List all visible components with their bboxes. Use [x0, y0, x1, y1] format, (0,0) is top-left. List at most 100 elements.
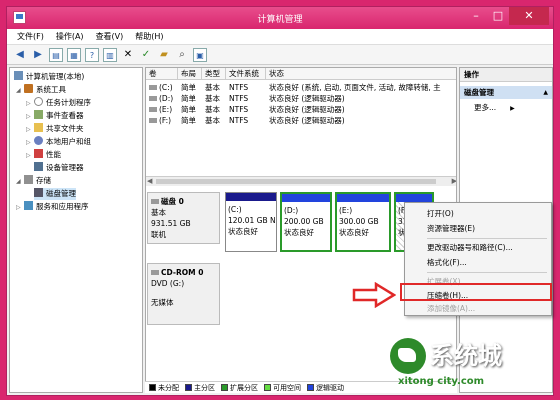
- tree-local-users[interactable]: ▷ 本地用户和组: [26, 136, 91, 148]
- maximize-icon[interactable]: □: [487, 7, 509, 25]
- menu-change-drive-letter[interactable]: 更改驱动器号和路径(C)...: [427, 241, 513, 255]
- column-type[interactable]: 类型: [202, 68, 226, 80]
- tree-performance[interactable]: ▷ 性能: [26, 149, 61, 161]
- help-icon[interactable]: ?: [85, 47, 99, 62]
- expand-arrow-icon[interactable]: ▷: [26, 98, 34, 110]
- partition-c[interactable]: (C:) 120.01 GB N 状态良好: [225, 192, 277, 252]
- cdrom-icon: [151, 270, 159, 275]
- red-pointer-arrow-icon: [352, 282, 396, 308]
- volume-layout: 简单: [181, 105, 196, 114]
- menu-view[interactable]: 查看(V): [96, 29, 124, 44]
- settings-icon[interactable]: ▣: [193, 47, 207, 62]
- actions-more[interactable]: 更多... ▶: [474, 102, 515, 113]
- volume-status: 状态良好 (系统, 启动, 页面文件, 活动, 故障转储, 主: [269, 83, 441, 92]
- menu-file[interactable]: 文件(F): [17, 29, 44, 44]
- properties-icon[interactable]: ▥: [103, 47, 117, 62]
- partition-label: (E:): [339, 206, 353, 215]
- volume-filesystem: NTFS: [229, 105, 249, 114]
- tree-shared-folders[interactable]: ▷ 共享文件夹: [26, 123, 84, 135]
- tree-device-manager[interactable]: 设备管理器: [34, 162, 84, 174]
- collapse-up-icon[interactable]: ▲: [543, 86, 548, 99]
- up-folder-icon[interactable]: ▤: [49, 47, 63, 62]
- scroll-left-icon[interactable]: ◀: [147, 177, 152, 185]
- watermark-logo: 系统城 xitong city.com: [386, 336, 556, 398]
- cdrom-0-name: CD-ROM 0: [161, 268, 204, 277]
- volume-layout: 简单: [181, 94, 196, 103]
- disk-management-icon: [34, 188, 43, 197]
- legend-extended: 扩展分区: [221, 383, 258, 393]
- table-row[interactable]: (D:) 简单 基本 NTFS 状态良好 (逻辑驱动器): [146, 93, 456, 104]
- legend-free-space: 可用空间: [264, 383, 301, 393]
- menu-format[interactable]: 格式化(F)...: [427, 256, 467, 270]
- open-folder-icon[interactable]: ▰: [157, 48, 171, 62]
- services-icon: [24, 201, 33, 210]
- check-icon[interactable]: ✓: [139, 48, 153, 62]
- volume-status: 状态良好 (逻辑驱动器): [269, 105, 345, 114]
- clock-icon: [34, 97, 43, 106]
- volume-table-header: 卷 布局 类型 文件系统 状态: [146, 68, 456, 80]
- back-icon[interactable]: ◀: [13, 48, 27, 62]
- partition-e[interactable]: (E:) 300.00 GB 状态良好: [335, 192, 391, 252]
- partition-status: 状态良好: [339, 228, 369, 237]
- table-row[interactable]: (E:) 简单 基本 NTFS 状态良好 (逻辑驱动器): [146, 104, 456, 115]
- device-manager-icon: [34, 162, 43, 171]
- minimize-icon[interactable]: –: [465, 7, 487, 25]
- partition-label: (C:): [228, 205, 242, 214]
- column-volume[interactable]: 卷: [146, 68, 178, 80]
- cdrom-0-info[interactable]: CD-ROM 0 DVD (G:) 无媒体: [147, 263, 220, 325]
- delete-icon[interactable]: ✕: [121, 48, 135, 62]
- actions-disk-management[interactable]: 磁盘管理 ▲: [460, 86, 552, 99]
- table-row[interactable]: (F:) 简单 基本 NTFS 状态良好 (逻辑驱动器): [146, 115, 456, 126]
- tree-task-scheduler[interactable]: ▷ 任务计划程序: [26, 97, 91, 109]
- tree-disk-management[interactable]: 磁盘管理: [34, 188, 76, 200]
- volume-status: 状态良好 (逻辑驱动器): [269, 94, 345, 103]
- watermark-url: xitong city.com: [398, 376, 485, 387]
- shared-folder-icon: [34, 123, 43, 132]
- volume-name: (C:): [159, 83, 173, 92]
- horizontal-scrollbar[interactable]: ◀ ▶: [146, 176, 456, 186]
- menu-open[interactable]: 打开(O): [427, 207, 454, 221]
- column-layout[interactable]: 布局: [178, 68, 202, 80]
- tree-system-tools[interactable]: ◢ 系统工具: [16, 84, 66, 96]
- storage-icon: [24, 175, 33, 184]
- volume-layout: 简单: [181, 83, 196, 92]
- tree-storage[interactable]: ◢ 存储: [16, 175, 51, 187]
- partition-d[interactable]: (D:) 200.00 GB 状态良好: [280, 192, 332, 252]
- window-controls: – □ ✕: [465, 7, 549, 25]
- search-icon[interactable]: ⌕: [175, 48, 189, 62]
- drive-icon: [149, 96, 157, 101]
- scrollbar-thumb[interactable]: [156, 179, 436, 184]
- menu-help[interactable]: 帮助(H): [135, 29, 163, 44]
- disk-icon: [151, 199, 159, 204]
- expand-arrow-icon[interactable]: ▷: [26, 111, 34, 123]
- column-status[interactable]: 状态: [266, 68, 456, 80]
- volume-filesystem: NTFS: [229, 116, 249, 125]
- tree-root[interactable]: 计算机管理(本地): [14, 71, 84, 83]
- expand-arrow-icon[interactable]: ▷: [26, 124, 34, 136]
- tree-event-viewer[interactable]: ▷ 事件查看器: [26, 110, 84, 122]
- volume-name: (F:): [159, 116, 172, 125]
- close-icon[interactable]: ✕: [509, 7, 549, 25]
- expand-arrow-icon[interactable]: ▷: [16, 202, 24, 214]
- expand-arrow-icon[interactable]: ▷: [26, 150, 34, 162]
- column-filesystem[interactable]: 文件系统: [226, 68, 266, 80]
- volume-type: 基本: [205, 83, 220, 92]
- volume-filesystem: NTFS: [229, 94, 249, 103]
- show-hide-tree-icon[interactable]: ▦: [67, 47, 81, 62]
- forward-icon[interactable]: ▶: [31, 48, 45, 62]
- disk-0-info[interactable]: 磁盘 0 基本 931.51 GB 联机: [147, 192, 220, 244]
- collapse-arrow-icon[interactable]: ◢: [16, 85, 24, 97]
- navigation-tree: 计算机管理(本地) ◢ 系统工具 ▷ 任务计划程序 ▷ 事件查看器 ▷ 共享文件夹 ▷ 本…: [9, 67, 143, 393]
- expand-arrow-icon[interactable]: ▷: [26, 137, 34, 149]
- scroll-right-icon[interactable]: ▶: [452, 177, 456, 185]
- partition-status: 状态良好: [284, 228, 314, 237]
- menu-add-mirror: 添加镜像(A)...: [427, 304, 476, 313]
- volume-status: 状态良好 (逻辑驱动器): [269, 116, 345, 125]
- chevron-right-icon: ▶: [510, 105, 515, 112]
- table-row[interactable]: (C:) 简单 基本 NTFS 状态良好 (系统, 启动, 页面文件, 活动, …: [146, 82, 456, 93]
- collapse-arrow-icon[interactable]: ◢: [16, 176, 24, 188]
- tree-services[interactable]: ▷ 服务和应用程序: [16, 201, 89, 213]
- menu-explore[interactable]: 资源管理器(E): [427, 222, 475, 236]
- menu-action[interactable]: 操作(A): [56, 29, 84, 44]
- users-icon: [34, 136, 43, 145]
